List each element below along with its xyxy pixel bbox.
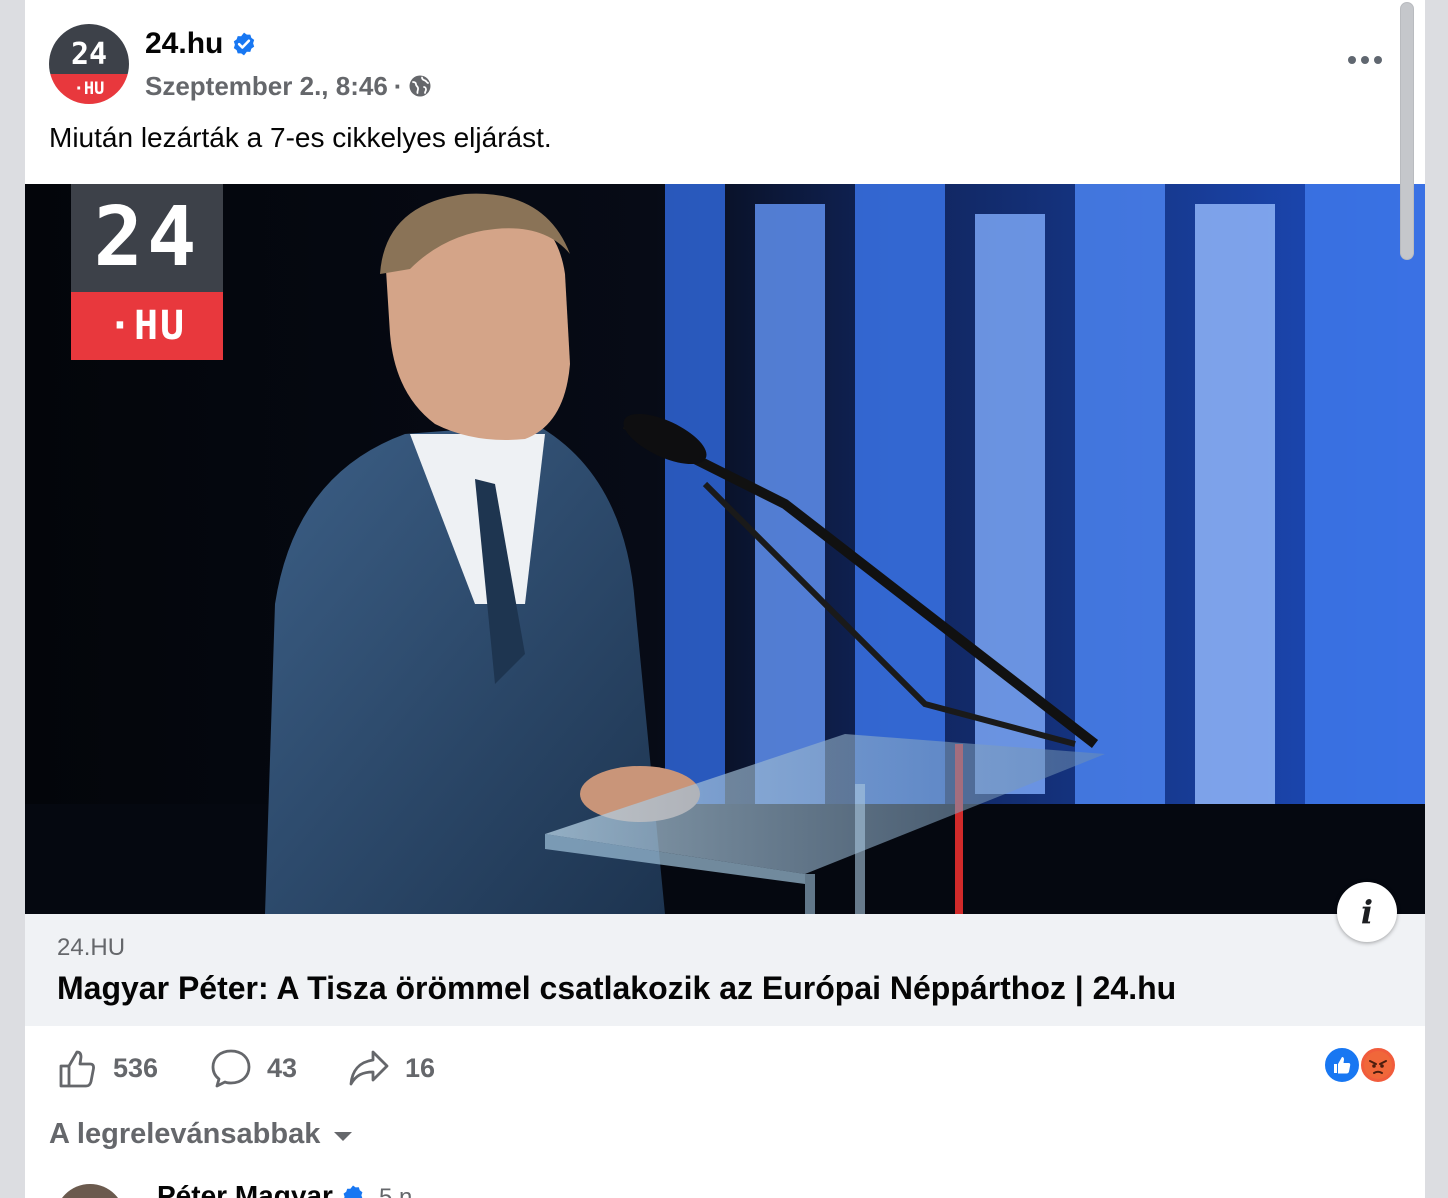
action-bar: 536 43 16 <box>25 1040 1425 1096</box>
angry-reaction-icon <box>1359 1046 1397 1084</box>
link-title[interactable]: Magyar Péter: A Tisza örömmel csatlakozi… <box>57 970 1176 1007</box>
post-image[interactable]: 24 ·HU <box>25 184 1425 914</box>
comment-count: 43 <box>267 1052 298 1083</box>
info-icon[interactable]: i <box>1337 882 1397 942</box>
svg-text:·HU: ·HU <box>74 79 105 99</box>
like-button[interactable]: 536 <box>55 1040 158 1096</box>
page-logo-icon: 24 ·HU <box>49 24 129 104</box>
like-count: 536 <box>113 1052 159 1083</box>
comment-author-row: Péter Magyar <box>157 1180 365 1198</box>
comment-button[interactable]: 43 <box>209 1040 297 1096</box>
meta-separator: · <box>393 70 403 101</box>
comment-avatar[interactable] <box>55 1184 125 1198</box>
share-icon <box>349 1050 389 1086</box>
page-name[interactable]: 24.hu <box>145 27 223 61</box>
like-reaction-icon <box>1323 1046 1361 1084</box>
caret-down-icon <box>334 1132 353 1141</box>
link-domain: 24.HU <box>57 934 126 961</box>
svg-text:24: 24 <box>71 37 107 72</box>
reaction-summary[interactable] <box>1323 1046 1401 1086</box>
link-preview[interactable]: 24.HU Magyar Péter: A Tisza örömmel csat… <box>25 914 1425 1026</box>
share-count: 16 <box>405 1052 436 1083</box>
comment-sort-dropdown[interactable]: A legrelevánsabbak <box>49 1118 353 1151</box>
comment-icon <box>211 1049 251 1088</box>
comment-time: 5 n <box>379 1184 413 1198</box>
post-timestamp[interactable]: Szeptember 2., 8:46 <box>145 71 388 102</box>
verified-badge-icon <box>234 32 255 56</box>
post-text: Miután lezárták a 7-es cikkelyes eljárás… <box>49 122 552 153</box>
share-button[interactable]: 16 <box>347 1040 435 1096</box>
globe-icon <box>409 75 431 97</box>
verified-badge-icon <box>343 1185 363 1198</box>
like-icon <box>59 1050 95 1088</box>
image-brand-logo: 24 ·HU <box>71 184 223 360</box>
scrollbar-thumb[interactable] <box>1400 2 1414 260</box>
comment-author[interactable]: Péter Magyar <box>157 1180 333 1198</box>
page-avatar[interactable]: 24 ·HU <box>49 24 129 104</box>
more-options-icon[interactable] <box>1343 44 1387 76</box>
speaker-photo <box>25 184 1425 914</box>
post-card: 24 ·HU 24.hu Szeptember 2., 8:46 · Miutá… <box>25 0 1425 1198</box>
page-name-row: 24.hu <box>145 24 257 64</box>
post-meta: Szeptember 2., 8:46 · <box>145 70 432 102</box>
sort-label: A legrelevánsabbak <box>49 1118 321 1150</box>
